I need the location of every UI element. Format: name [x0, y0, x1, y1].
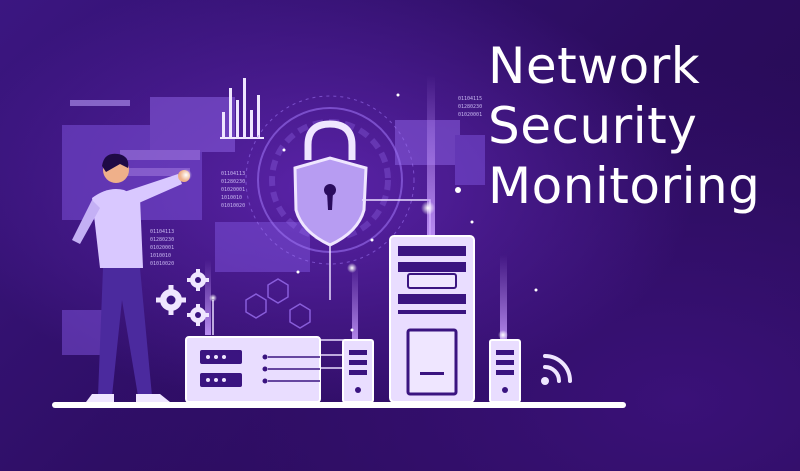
floor-line — [52, 402, 626, 408]
gear-icon — [156, 269, 209, 326]
small-server-icon — [342, 339, 374, 403]
svg-text:01​020001: 01​020001 — [458, 112, 482, 118]
headline-line-2: Security — [488, 97, 698, 155]
svg-text:01​280230: 01​280230 — [221, 179, 245, 185]
svg-text:10100​10: 10100​10 — [221, 195, 242, 201]
hexagon-nodes — [245, 278, 311, 329]
headline-line-3: Monitoring — [488, 157, 761, 215]
svg-text:01​020001: 01​020001 — [221, 187, 245, 193]
svg-text:0110​4113: 0110​4113 — [221, 171, 245, 177]
svg-text:10100​10: 10100​10 — [150, 253, 171, 259]
svg-text:01​280230: 01​280230 — [150, 237, 174, 243]
headline-line-1: Network — [488, 37, 701, 95]
svg-text:0110​4113: 0110​4113 — [150, 229, 174, 235]
headline: Network Security Monitoring — [488, 36, 788, 216]
router-device — [185, 336, 321, 403]
server-icon — [389, 235, 475, 403]
padlock-shield-icon — [293, 120, 368, 247]
svg-text:01​020001: 01​020001 — [150, 245, 174, 251]
wifi-signal-icon — [541, 354, 572, 385]
svg-text:01​010020: 01​010020 — [221, 203, 245, 209]
svg-text:01​010020: 01​010020 — [150, 261, 174, 267]
illustration-scene: 0110​4113 01​280230 01​020001 10100​10 0… — [0, 0, 800, 471]
svg-text:0110​4115: 0110​4115 — [458, 96, 482, 102]
small-server-right-icon — [489, 339, 521, 403]
svg-text:01​280230: 01​280230 — [458, 104, 482, 110]
